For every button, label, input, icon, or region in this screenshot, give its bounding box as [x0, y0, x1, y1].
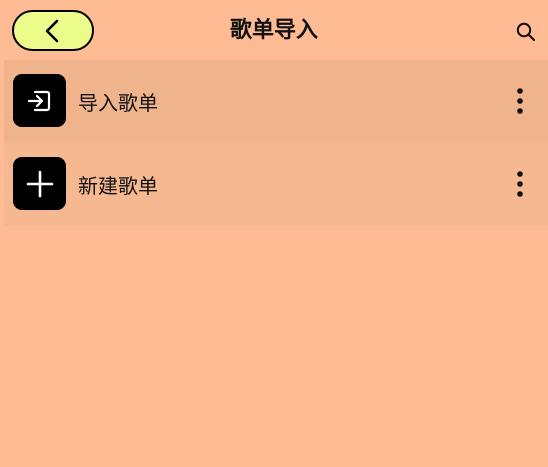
search-icon: [516, 22, 536, 42]
top-bar: 歌单导入: [0, 0, 548, 60]
list-item-label: 新建歌单: [78, 174, 158, 198]
plus-icon: [26, 170, 53, 197]
search-button[interactable]: [512, 18, 540, 46]
page: 歌单导入 导入歌单 新建歌单: [0, 0, 548, 467]
more-vertical-icon: [517, 88, 523, 114]
plus-icon-tile: [13, 157, 66, 210]
import-playlist-item[interactable]: 导入歌单: [4, 60, 548, 143]
more-options-button[interactable]: [510, 169, 530, 199]
list-item-label: 导入歌单: [78, 91, 158, 115]
back-button[interactable]: [12, 10, 94, 51]
playlist-options-list: 导入歌单 新建歌单: [4, 60, 548, 226]
more-options-button[interactable]: [510, 86, 530, 116]
more-vertical-icon: [517, 171, 523, 197]
new-playlist-item[interactable]: 新建歌单: [4, 143, 548, 226]
import-icon: [27, 90, 50, 111]
import-icon-tile: [13, 74, 66, 127]
chevron-left-icon: [45, 19, 59, 42]
